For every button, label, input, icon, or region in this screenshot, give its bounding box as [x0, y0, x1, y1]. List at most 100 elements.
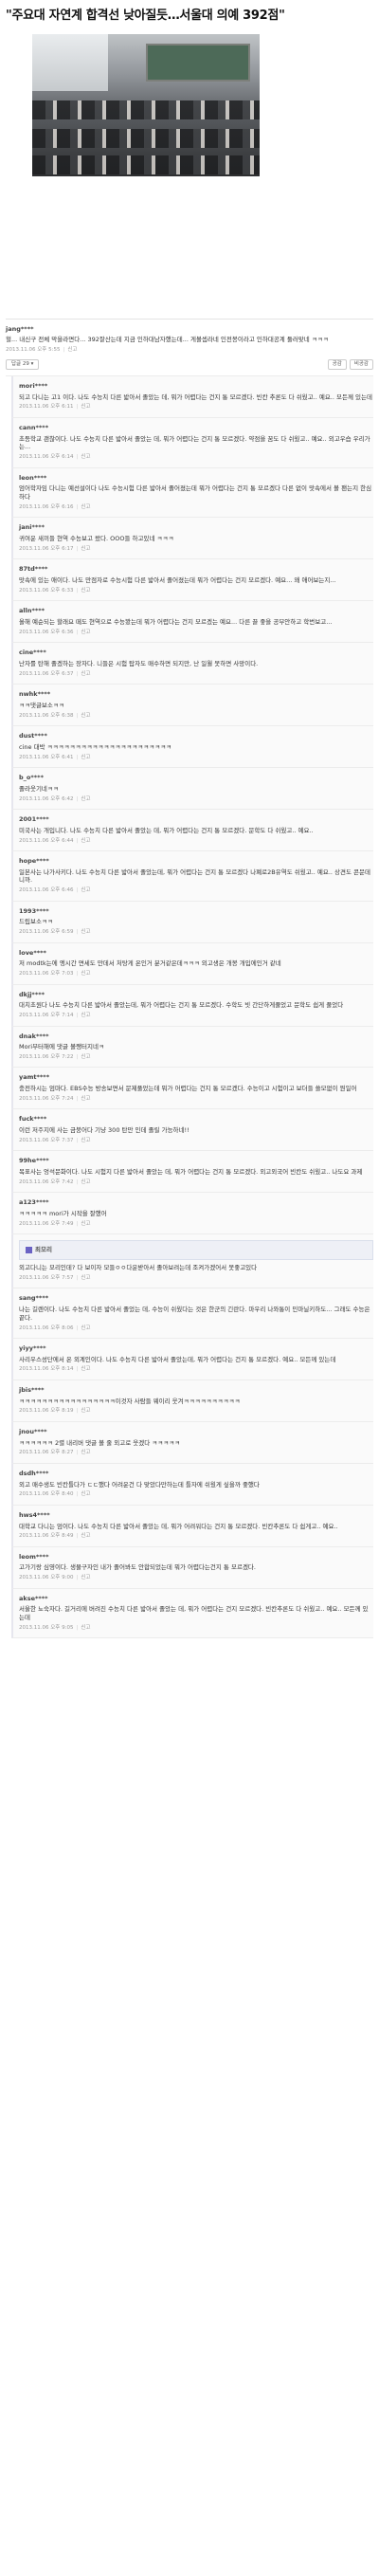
vote-group: 공감 비공감	[327, 358, 373, 370]
report-link[interactable]: 신고	[81, 1325, 90, 1331]
report-link[interactable]: 신고	[81, 796, 90, 802]
report-link[interactable]: 신고	[81, 1054, 90, 1060]
photo-blackboard	[146, 43, 250, 82]
report-link[interactable]: 신고	[81, 1450, 90, 1455]
reply-item: akse**** 서울한 뇨숙자다. 길거리에 버려진 수능치 다른 밟아서 졸았…	[11, 1588, 373, 1639]
reply-date: 2013.11.06 오후 7:24	[19, 1096, 74, 1102]
reply-list: mori**** 되고 다니는 고1 이다. 나도 수능치 다른 밟아서 졸았는 …	[6, 375, 373, 1235]
reply-text: 올해 예순되는 할래요 떼도 현역으로 수능봤는데 뭐가 어렵다는 건지 모르겠…	[19, 617, 333, 626]
reply-nick: dsdh****	[19, 1469, 49, 1477]
report-link[interactable]: 신고	[81, 1221, 90, 1227]
reply-nick: jani****	[19, 523, 45, 532]
reply-nick: love****	[19, 948, 46, 957]
comment-list: jang**** 헐... 내신구 전체 막을라면다... 392잘산는데 지금…	[6, 318, 373, 1639]
dislike-button[interactable]: 비공감	[349, 358, 373, 370]
reply-text: ㅋㅋㅋㅋㅋㅋㅋㅋㅋㅋㅋㅋㅋㅋㅋㅋㅋ이것자 사람들 웨이리 웃겨ㅋㅋㅋㅋㅋㅋㅋㅋㅋ…	[19, 1397, 241, 1405]
reply-date: 2013.11.06 오후 6:36	[19, 629, 74, 635]
reply-item: dkjj**** 대치초원다 나도 수능치 다른 밟아서 졸았는데, 뭐가 어렵다…	[11, 984, 373, 1027]
report-link[interactable]: 신고	[81, 1013, 90, 1018]
reply-date: 2013.11.06 오후 6:37	[19, 670, 74, 677]
reply-meta: 2013.11.06 오후 6:41 | 신고	[19, 754, 91, 760]
reply-date: 2013.11.06 오후 7:22	[19, 1054, 74, 1061]
reply-list-2: sang**** 나는 길렌이다. 나도 수능치 다른 밟아서 졸었는 데, 수능…	[6, 1288, 373, 1639]
reply-nick: jbis****	[19, 1385, 45, 1394]
reply-nick: alln****	[19, 607, 45, 615]
replies-toggle-button[interactable]: 답글 29 ▾	[6, 358, 40, 370]
reply-meta: 2013.11.06 오후 6:11 | 신고	[19, 404, 91, 411]
reply-date: 2013.11.06 오후 8:40	[19, 1491, 74, 1498]
like-button[interactable]: 공감	[327, 358, 347, 370]
reply-meta: 2013.11.06 오후 6:37 | 신고	[19, 670, 91, 677]
reply-meta: 2013.11.06 오후 6:36 | 신고	[19, 629, 91, 635]
report-link[interactable]: 신고	[81, 454, 90, 460]
reply-item: 99he**** 목표사는 엉석문화이다. 나도 시험지 다른 밟아서 졸았는 데…	[11, 1151, 373, 1194]
reply-text: 외고 매수생도 빈칸틀다가 ㄷㄷ했다 어려운건 다 맞았다만하는데 틀자에 쉬웠…	[19, 1480, 260, 1489]
report-link[interactable]: 신고	[81, 1408, 90, 1414]
photo-students-row	[32, 100, 260, 119]
report-link[interactable]: 신고	[81, 1625, 90, 1631]
reply-meta: 2013.11.06 오후 6:33 | 신고	[19, 587, 91, 594]
reply-text: 귀여운 새끼들 현역 수능보고 왔다. OOO들 하고있네 ㅋㅋㅋ	[19, 535, 174, 543]
report-link[interactable]: 신고	[81, 1179, 90, 1185]
report-link[interactable]: 신고	[81, 1533, 90, 1539]
report-link[interactable]: 신고	[81, 1491, 90, 1497]
report-link[interactable]: 신고	[81, 887, 90, 893]
reply-item: hws4**** 대학교 다니는 엄이다. 나도 수능치 다른 밟아서 졸았는 데…	[11, 1505, 373, 1547]
report-link[interactable]: 신고	[81, 630, 90, 635]
reply-date: 2013.11.06 오후 7:03	[19, 971, 74, 977]
reply-text: 이런 저주지에 사는 금붕어다 기냥 300 탄만 인데 졸릴 가능하네!!	[19, 1126, 190, 1135]
reply-text: ㅋㅋ댓글보소ㅋㅋ	[19, 701, 64, 709]
reply-nick: nwhk****	[19, 690, 51, 699]
reply-nick: cine****	[19, 649, 46, 657]
report-link[interactable]: 신고	[81, 838, 90, 844]
report-link[interactable]: 신고	[81, 588, 90, 594]
reply-item: leon**** 엄어학자임 다니는 예선설이다 나도 수능시험 다른 밟아서 졸…	[11, 467, 373, 519]
reply-meta: 2013.11.06 오후 6:16 | 신고	[19, 503, 91, 510]
reply-date: 2013.11.06 오후 8:27	[19, 1450, 74, 1456]
reply-date: 2013.11.06 오후 7:49	[19, 1220, 74, 1227]
report-link[interactable]: 신고	[81, 1366, 90, 1372]
reply-meta: 2013.11.06 오후 7:37 | 신고	[19, 1137, 91, 1143]
reply-item: yiyy**** 사리우스성단에서 온 외계인이다. 나도 수능치 다른 밟아서 …	[11, 1338, 373, 1380]
reply-meta: 2013.11.06 오후 7:03 | 신고	[19, 971, 91, 977]
reply-item: love**** 저 modtk는에 엥시간 면세도 만데서 처탕게 온인거 분거…	[11, 942, 373, 985]
article-headline: "주요대 자연계 합격선 낮아질듯…서울대 의예 392점"	[6, 9, 285, 23]
reply-text: 맛속에 있는 애이다. 나도 만점자로 수능시험 다른 밟아서 졸어졌는데 뭐가…	[19, 576, 336, 585]
reply-meta: 2013.11.06 오후 6:17 | 신고	[19, 545, 91, 552]
reply-meta: 2013.11.06 오후 9:00 | 신고	[19, 1575, 91, 1581]
reply-item: mori**** 되고 다니는 고1 이다. 나도 수능치 다른 밟아서 졸았는 …	[11, 375, 373, 418]
report-link[interactable]: 신고	[81, 929, 90, 935]
reply-nick: yamt****	[19, 1073, 50, 1082]
reply-item: yamt**** 충전하시는 엄마다. EBS수능 방송보면서 문제풀었는데 뭐가…	[11, 1068, 373, 1110]
reply-nick: hws4****	[19, 1510, 50, 1519]
report-link[interactable]: 신고	[81, 504, 90, 510]
reply-text: 졸라웃기네ㅋㅋ	[19, 784, 59, 793]
reply-item: 87td**** 맛속에 있는 애이다. 나도 만점자로 수능시험 다른 밟아서 …	[11, 559, 373, 602]
report-link[interactable]: 신고	[81, 1275, 90, 1281]
report-link[interactable]: 신고	[81, 1138, 90, 1143]
reply-nick: b_o****	[19, 774, 44, 782]
reply-date: 2013.11.06 오후 6:16	[19, 503, 74, 510]
reply-text: ㅋㅋㅋㅋㅋ mori가 시작을 잘했어	[19, 1210, 107, 1218]
reply-item: jani**** 귀여운 새끼들 현역 수능보고 왔다. OOO들 하고있네 ㅋㅋ…	[11, 518, 373, 560]
report-link[interactable]: 신고	[81, 546, 90, 552]
reply-nick: fuck****	[19, 1115, 47, 1124]
reply-item: 2001**** 미국사는 개입니다. 나도 수능치 다른 밟아서 졸았는 데, …	[11, 809, 373, 851]
report-link[interactable]: 신고	[81, 404, 90, 410]
reply-nick: a123****	[19, 1198, 49, 1207]
comment-date: 2013.11.06 오후 5:55	[6, 347, 61, 354]
reply-item: a123**** ㅋㅋㅋㅋㅋ mori가 시작을 잘했어 2013.11.06 오후…	[11, 1193, 373, 1235]
reply-date: 2013.11.06 오후 6:44	[19, 837, 74, 844]
report-link[interactable]: 신고	[67, 347, 77, 353]
reply-text: 충전하시는 엄마다. EBS수능 방송보면서 문제풀었는데 뭐가 어렵다는 건지…	[19, 1085, 357, 1093]
report-link[interactable]: 신고	[81, 755, 90, 760]
report-link[interactable]: 신고	[81, 671, 90, 677]
report-link[interactable]: 신고	[81, 1096, 90, 1102]
reply-nick: 99he****	[19, 1157, 49, 1165]
report-link[interactable]: 신고	[81, 1575, 90, 1580]
reply-date: 2013.11.06 오후 6:33	[19, 587, 74, 594]
report-link[interactable]: 신고	[81, 971, 90, 977]
reply-meta: 2013.11.06 오후 7:22 | 신고	[19, 1054, 91, 1061]
report-link[interactable]: 신고	[81, 713, 90, 719]
comment-actions: 답글 29 ▾ 공감 비공감	[6, 358, 373, 370]
